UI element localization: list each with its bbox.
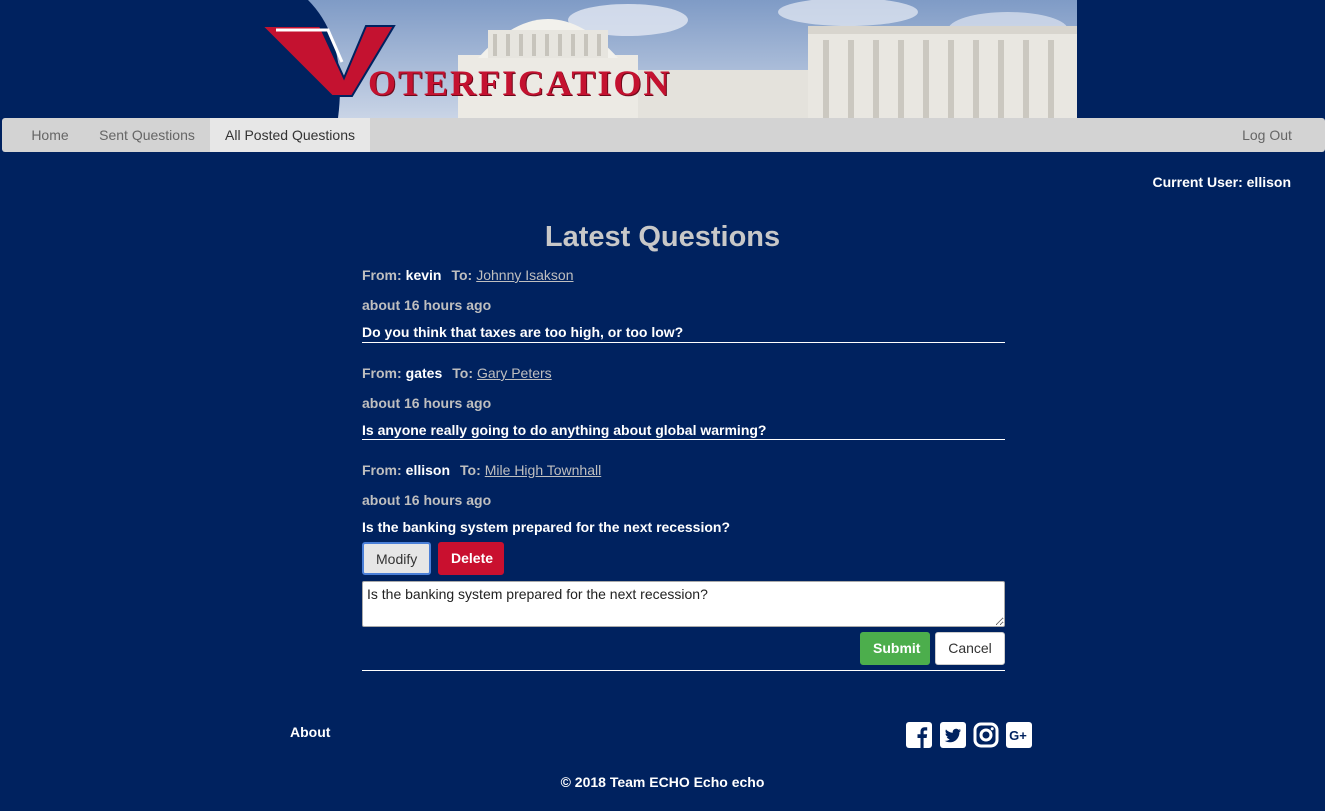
from-label: From: [362,365,402,381]
submit-button[interactable]: Submit [860,632,930,665]
delete-button[interactable]: Delete [438,542,504,575]
question-timestamp: about 16 hours ago [362,395,492,411]
question-item: From: ellison To: Mile High Townhall about … [362,460,1005,671]
logo-wordmark: OTERFICATION [368,63,672,103]
representative-link[interactable]: Mile High Townhall [485,462,601,478]
svg-text:G+: G+ [1009,728,1027,743]
to-label: To: [452,365,473,381]
question-timestamp: about 16 hours ago [362,297,492,313]
to-label: To: [451,267,473,283]
question-meta: From: kevin To: Johnny Isakson [362,265,1005,285]
question-text: Is the banking system prepared for the n… [362,519,730,535]
question-text: Do you think that taxes are too high, or… [362,324,684,340]
representative-link[interactable]: Johnny Isakson [476,267,573,283]
question-item: From: kevin To: Johnny Isakson about 16 hou… [362,265,1005,343]
modify-button[interactable]: Modify [362,542,431,575]
about-link[interactable]: About [290,724,330,740]
google-plus-icon[interactable]: G+ [1006,722,1032,748]
current-user-label: Current User: ellison [1152,174,1291,190]
nav-log-out[interactable]: Log Out [1224,118,1310,152]
copyright-text: © 2018 Team ECHO Echo echo [560,774,765,790]
main-navbar: Home Sent Questions All Posted Questions… [2,118,1325,152]
question-timestamp: about 16 hours ago [362,492,492,508]
from-user: gates [405,365,443,381]
from-user: kevin [405,267,442,283]
cancel-button[interactable]: Cancel [935,632,1005,665]
edit-question-textarea[interactable]: Is the banking system prepared for the n… [362,581,1005,627]
facebook-icon[interactable] [906,722,932,748]
nav-sent-questions[interactable]: Sent Questions [84,118,210,152]
twitter-icon[interactable] [940,722,966,748]
instagram-icon[interactable] [973,722,999,748]
question-item: From: gates To: Gary Peters about 16 hours … [362,363,1005,440]
question-text: Is anyone really going to do anything ab… [362,422,767,438]
from-user: ellison [405,462,451,478]
page-title: Latest Questions [544,221,781,253]
nav-home[interactable]: Home [16,118,84,152]
header-banner: OTERFICATION [248,0,1077,118]
from-label: From: [362,267,402,283]
from-label: From: [362,462,402,478]
question-meta: From: gates To: Gary Peters [362,363,1005,383]
question-meta: From: ellison To: Mile High Townhall [362,460,1005,480]
to-label: To: [460,462,481,478]
question-actions: Modify Delete Is the banking system prep… [362,542,1005,672]
nav-all-posted-questions[interactable]: All Posted Questions [210,118,370,152]
representative-link[interactable]: Gary Peters [477,365,552,381]
